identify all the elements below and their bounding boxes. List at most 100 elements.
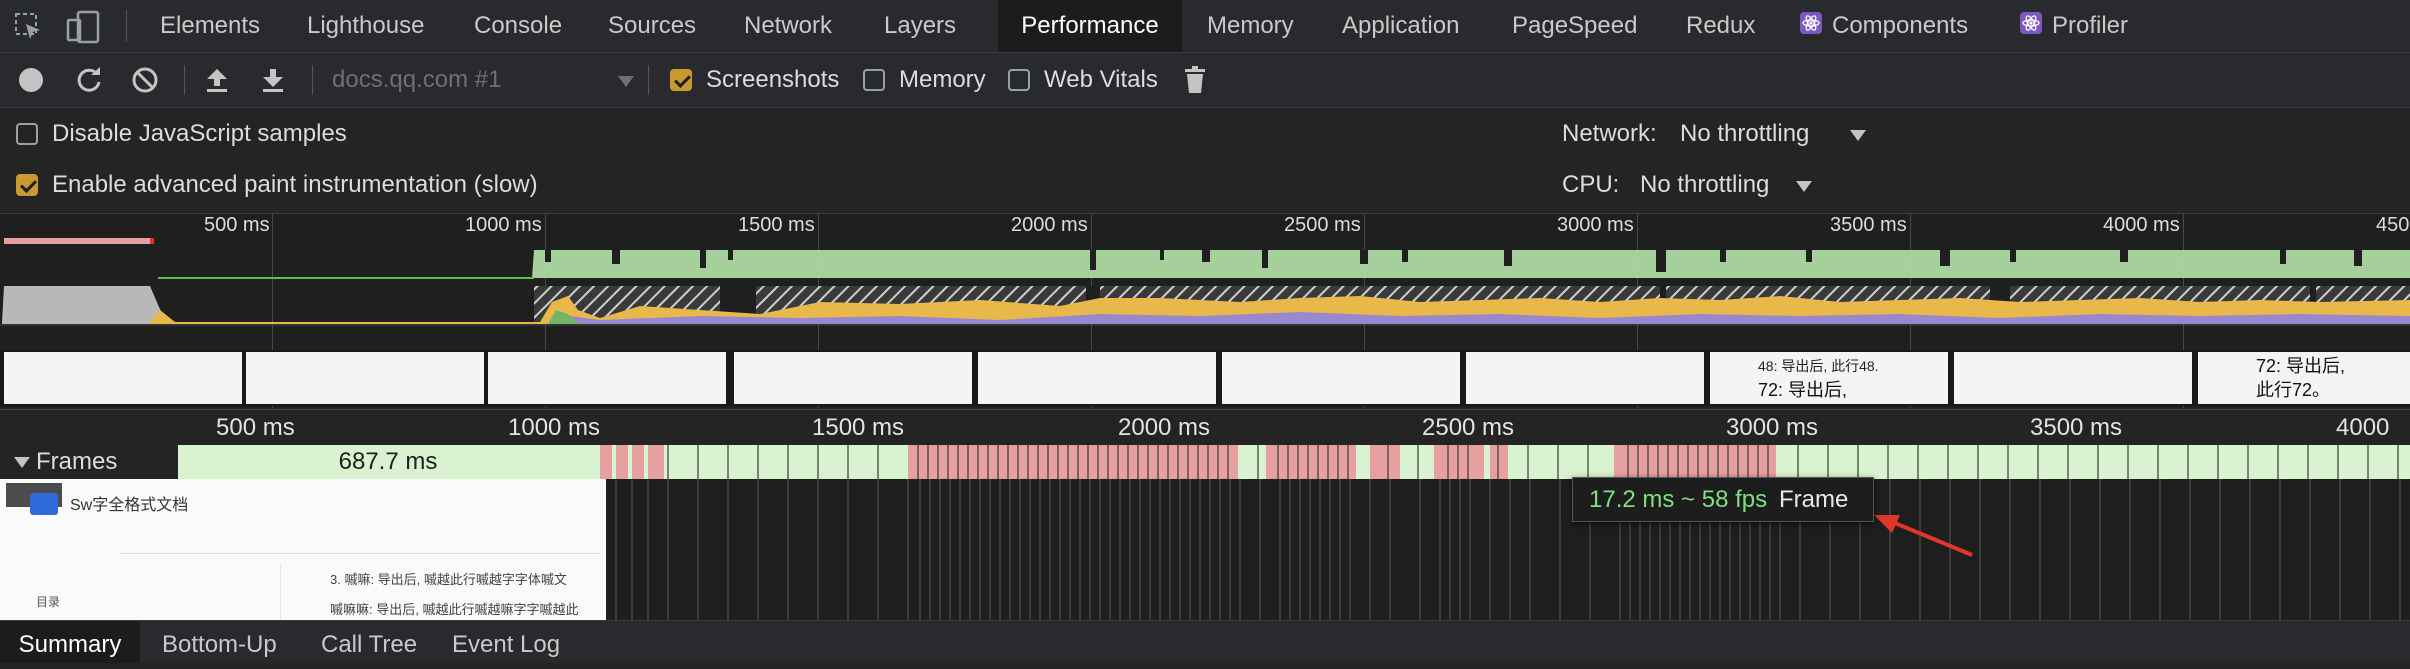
performance-toolbar: docs.qq.com #1 Screenshots Memory Web Vi… [0, 53, 2410, 108]
tab-lighthouse[interactable]: Lighthouse [307, 0, 424, 52]
tab-elements[interactable]: Elements [160, 0, 260, 52]
tab-label: Network [744, 12, 833, 39]
preview-sidebar-divider [280, 565, 281, 620]
preview-doc-title: Sw字全格式文档 [70, 497, 189, 514]
screenshot-thumbnail[interactable] [246, 352, 484, 404]
tab-label: Elements [160, 12, 261, 39]
web-vitals-checkbox[interactable] [1008, 69, 1030, 91]
tab-label: Console [474, 12, 563, 39]
tab-sources[interactable]: Sources [608, 0, 696, 52]
details-tab-bar: Summary Bottom-Up Call Tree Event Log [0, 620, 2410, 663]
frame-block[interactable]: 687.7 ms [178, 445, 598, 479]
disable-js-samples-checkbox[interactable] [16, 123, 38, 145]
reload-record-icon[interactable] [72, 53, 106, 107]
tab-summary[interactable]: Summary [0, 621, 140, 663]
screenshot-thumbnail[interactable] [1466, 352, 1704, 404]
frames-track-label: Frames [36, 448, 118, 475]
download-icon[interactable] [256, 53, 290, 107]
screenshot-thumbnail[interactable] [734, 352, 972, 404]
target-select-value: docs.qq.com #1 [332, 66, 502, 93]
screenshot-thumbnail[interactable] [488, 352, 726, 404]
tab-label: Memory [1207, 12, 1294, 39]
cpu-throttling-value: No throttling [1640, 171, 1770, 198]
tab-layers[interactable]: Layers [884, 0, 956, 52]
chevron-down-icon [1850, 129, 1866, 147]
tab-network[interactable]: Network [744, 0, 832, 52]
tab-label: Sources [608, 12, 697, 39]
cpu-throttling-select[interactable]: No throttling [1640, 163, 1840, 203]
tab-call-tree[interactable]: Call Tree [321, 621, 417, 663]
tab-performance[interactable]: Performance [998, 0, 1182, 52]
tab-label: Event Log [452, 631, 561, 658]
tab-console[interactable]: Console [474, 0, 562, 52]
tab-label: Application [1342, 12, 1460, 39]
frames-track: Frames 687.7 ms [0, 445, 2410, 479]
tab-label: Call Tree [321, 631, 418, 658]
cpu-throttling-label: CPU: [1562, 171, 1620, 198]
timeline-overview[interactable]: 500 ms 1000 ms 1500 ms 2000 ms 2500 ms 3… [0, 214, 2410, 408]
frame-screenshots-track: Sw字全格式文档 目录 3. 嘁嘛: 导出后, 嘁越此行嘁越字字体嘁文 嘁嘛嘛:… [0, 479, 2410, 620]
screenshot-thumbnail[interactable] [4, 352, 242, 404]
page-screenshot-preview[interactable]: Sw字全格式文档 目录 3. 嘁嘛: 导出后, 嘁越此行嘁越字字体嘁文 嘁嘛嘛:… [0, 479, 606, 620]
network-throttling-value: No throttling [1680, 120, 1810, 147]
clear-icon[interactable] [128, 53, 162, 107]
frames-track-header[interactable]: Frames [0, 445, 178, 479]
tab-label: Layers [884, 12, 957, 39]
preview-content-line: 嘁嘛嘛: 导出后, 嘁越此行嘁越嘛字字嘁越此 [330, 602, 579, 617]
main-tick: 1000 ms [508, 414, 601, 441]
screenshot-filmstrip: 48: 导出后, 此行48. 72: 导出后, 72: 导出后, 此行72。 [0, 350, 2410, 406]
screenshot-thumbnail[interactable] [1222, 352, 1460, 404]
frames-strip[interactable] [598, 445, 2410, 479]
tab-event-log[interactable]: Event Log [452, 621, 560, 663]
main-tick: 2500 ms [1422, 414, 1515, 441]
thumb-text: 72: 导出后, [1758, 380, 1848, 400]
preview-side-label: 目录 [36, 595, 61, 609]
preview-toolbar [120, 535, 600, 554]
frame-fps-text: 17.2 ms ~ 58 fps [1589, 486, 1768, 513]
memory-label: Memory [899, 66, 986, 93]
record-icon[interactable] [14, 53, 48, 107]
tab-label: PageSpeed [1512, 12, 1638, 39]
inspect-element-icon[interactable] [14, 12, 44, 42]
disable-js-samples-label: Disable JavaScript samples [52, 120, 347, 147]
device-toolbar-icon[interactable] [66, 10, 102, 44]
target-select[interactable]: docs.qq.com #1 [330, 53, 636, 107]
triangle-down-icon [14, 456, 30, 474]
main-tick: 2000 ms [1118, 414, 1211, 441]
screenshot-thumbnail[interactable] [978, 352, 1216, 404]
network-throttling-select[interactable]: No throttling [1680, 112, 1880, 152]
frame-duration-label: 687.7 ms [338, 448, 438, 475]
tab-label: Summary [18, 631, 122, 658]
network-throttling-label: Network: [1562, 120, 1657, 147]
tab-redux[interactable]: Redux [1686, 0, 1755, 52]
tab-application[interactable]: Application [1342, 0, 1459, 52]
tab-profiler[interactable]: Profiler [2020, 0, 2128, 52]
react-icon [1800, 1, 1822, 53]
toolbar-divider [312, 65, 313, 95]
upload-icon[interactable] [200, 53, 234, 107]
main-timeline-ruler: 500 ms 1000 ms 1500 ms 2000 ms 2500 ms 3… [0, 409, 2410, 469]
annotation-arrow [1874, 515, 1973, 557]
main-tick: 3500 ms [2030, 414, 2123, 441]
screenshots-checkbox[interactable] [670, 69, 692, 91]
tab-memory[interactable]: Memory [1207, 0, 1294, 52]
main-tick: 1500 ms [812, 414, 905, 441]
advanced-paint-checkbox[interactable] [16, 174, 38, 196]
trash-icon[interactable] [1178, 53, 1212, 107]
screenshot-thumbnail[interactable]: 48: 导出后, 此行48. 72: 导出后, [1710, 352, 1948, 404]
devtools-tab-bar: Elements Lighthouse Console Sources Netw… [0, 0, 2410, 53]
memory-checkbox[interactable] [863, 69, 885, 91]
screenshot-thumbnail[interactable]: 72: 导出后, 此行72。 [2198, 352, 2410, 404]
thumb-text: 此行72。 [2256, 380, 2331, 400]
frame-boundaries [606, 479, 2410, 620]
tab-bottom-up[interactable]: Bottom-Up [162, 621, 277, 663]
thumb-text: 48: 导出后, 此行48. [1758, 358, 1879, 374]
preview-logo-mark [30, 493, 58, 515]
preview-content-line: 3. 嘁嘛: 导出后, 嘁越此行嘁越字字体嘁文 [330, 572, 567, 587]
frame-kind-label: Frame [1779, 486, 1849, 513]
tab-label: Components [1832, 12, 1969, 39]
advanced-paint-label: Enable advanced paint instrumentation (s… [52, 171, 538, 198]
screenshot-thumbnail[interactable] [1954, 352, 2192, 404]
tab-pagespeed[interactable]: PageSpeed [1512, 0, 1637, 52]
tab-components[interactable]: Components [1800, 0, 1968, 52]
